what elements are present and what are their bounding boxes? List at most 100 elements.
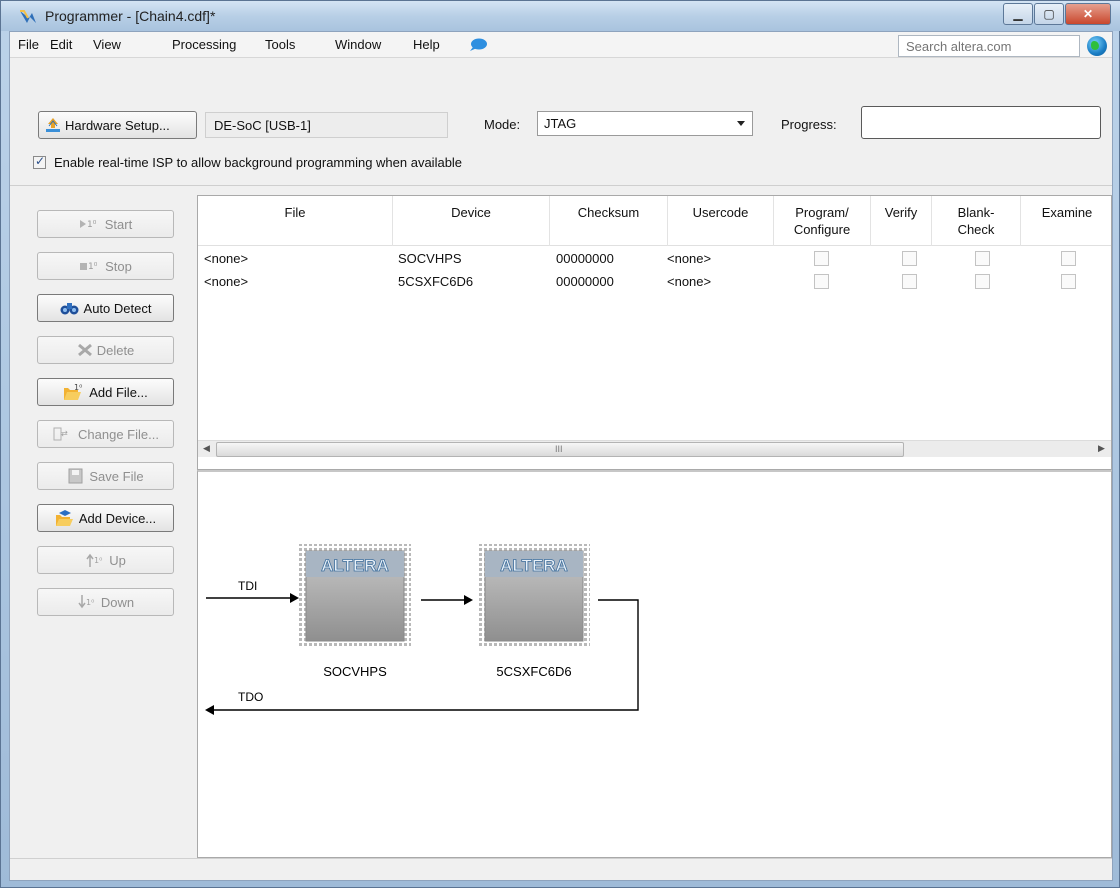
svg-text:1⁰: 1⁰: [94, 556, 102, 565]
hardware-setup-label: Hardware Setup...: [65, 117, 170, 133]
client-area: File Edit View Processing Tools Window H…: [9, 31, 1113, 881]
menu-processing[interactable]: Processing: [172, 37, 236, 52]
auto-detect-button[interactable]: Auto Detect: [37, 294, 174, 322]
minimize-icon: ▁: [1013, 7, 1023, 21]
add-file-button[interactable]: 1⁰ Add File...: [37, 378, 174, 406]
column-header-blank-check[interactable]: Blank- Check: [932, 196, 1021, 246]
window-controls: ▁ ▢ ✕: [1003, 3, 1111, 25]
save-file-button[interactable]: Save File: [37, 462, 174, 490]
scrollbar-thumb[interactable]: III: [216, 442, 904, 457]
up-label: Up: [109, 552, 126, 568]
up-icon: 1⁰: [86, 553, 102, 567]
delete-label: Delete: [96, 342, 135, 358]
chip-5csxfc6d6[interactable]: ALTERA: [478, 544, 590, 648]
close-icon: ✕: [1082, 7, 1094, 21]
minimize-button[interactable]: ▁: [1003, 3, 1033, 25]
maximize-button[interactable]: ▢: [1034, 3, 1064, 25]
examine-checkbox[interactable]: [1061, 251, 1076, 266]
blank-check-checkbox[interactable]: [975, 251, 990, 266]
scroll-left-icon[interactable]: ◀: [203, 444, 210, 454]
programmer-window: Programmer - [Chain4.cdf]* ▁ ▢ ✕ File Ed…: [0, 0, 1120, 888]
globe-icon[interactable]: [1087, 36, 1107, 56]
change-file-button[interactable]: ⇄ Change File...: [37, 420, 174, 448]
svg-text:⇄: ⇄: [61, 429, 68, 438]
svg-text:1⁰: 1⁰: [87, 220, 97, 230]
column-header-checksum[interactable]: Checksum: [550, 196, 668, 246]
program-configure-checkbox[interactable]: [814, 274, 829, 289]
add-device-icon: [55, 510, 73, 526]
program-configure-checkbox[interactable]: [814, 251, 829, 266]
delete-icon: [77, 343, 92, 357]
chip-socvhps[interactable]: ALTERA: [299, 544, 411, 648]
row-checksum: 00000000: [556, 251, 614, 266]
add-file-icon: 1⁰: [64, 383, 83, 400]
speech-bubble-icon[interactable]: [469, 38, 487, 52]
jtag-chain-diagram: TDI ALTERA SOCVHPS ALTERA 5CSXFC6D6 TDO: [197, 470, 1112, 858]
svg-text:1⁰: 1⁰: [88, 262, 98, 272]
add-device-button[interactable]: Add Device...: [37, 504, 174, 532]
progress-label: Progress:: [781, 117, 837, 132]
column-header-device[interactable]: Device: [393, 196, 550, 246]
column-header-examine[interactable]: Examine: [1021, 196, 1111, 246]
blank-check-checkbox[interactable]: [975, 274, 990, 289]
tdo-label: TDO: [238, 690, 263, 704]
down-button[interactable]: 1⁰ Down: [37, 588, 174, 616]
delete-button[interactable]: Delete: [37, 336, 174, 364]
verify-checkbox[interactable]: [902, 251, 917, 266]
menu-view[interactable]: View: [93, 37, 121, 52]
start-icon: 1⁰: [79, 220, 97, 230]
mode-select[interactable]: JTAG: [537, 111, 753, 136]
tdi-label: TDI: [238, 579, 257, 593]
up-button[interactable]: 1⁰ Up: [37, 546, 174, 574]
stop-label: Stop: [105, 258, 132, 274]
title-bar[interactable]: Programmer - [Chain4.cdf]* ▁ ▢ ✕: [1, 1, 1120, 31]
isp-label: Enable real-time ISP to allow background…: [54, 155, 463, 170]
verify-checkbox[interactable]: [902, 274, 917, 289]
programmer-app-icon: [20, 10, 36, 23]
add-file-label: Add File...: [89, 384, 148, 400]
examine-checkbox[interactable]: [1061, 274, 1076, 289]
isp-checkbox[interactable]: [33, 154, 46, 169]
row-usercode: <none>: [667, 274, 712, 289]
mode-value: JTAG: [544, 116, 577, 131]
menu-window[interactable]: Window: [335, 37, 381, 52]
menu-bar: File Edit View Processing Tools Window H…: [10, 32, 1112, 58]
horizontal-scrollbar[interactable]: ◀ III ▶: [198, 440, 1111, 457]
row-file: <none>: [204, 274, 249, 289]
device-table: File Device Checksum Usercode Program/ C…: [197, 195, 1112, 470]
search-input[interactable]: [898, 35, 1080, 57]
row-usercode: <none>: [667, 251, 712, 266]
column-header-program-configure[interactable]: Program/ Configure: [774, 196, 871, 246]
binoculars-icon: [60, 303, 79, 315]
menu-file[interactable]: File: [18, 37, 39, 52]
row-device: SOCVHPS: [398, 251, 462, 266]
column-header-file[interactable]: File: [198, 196, 393, 246]
scrollbar-grip-icon: III: [555, 444, 563, 454]
row-device: 5CSXFC6D6: [398, 274, 474, 289]
progress-bar: [861, 106, 1101, 139]
hardware-setup-button[interactable]: Hardware Setup...: [38, 111, 197, 139]
column-header-verify[interactable]: Verify: [871, 196, 932, 246]
scroll-right-icon[interactable]: ▶: [1098, 444, 1105, 454]
maximize-icon: ▢: [1043, 7, 1055, 21]
menu-help[interactable]: Help: [413, 37, 440, 52]
save-icon: [68, 468, 83, 484]
svg-text:1⁰: 1⁰: [86, 598, 94, 607]
device-label-socvhps: SOCVHPS: [323, 664, 387, 679]
stop-button[interactable]: 1⁰ Stop: [37, 252, 174, 280]
chain-canvas: TDI ALTERA SOCVHPS ALTERA 5CSXFC6D6 TDO: [205, 544, 639, 715]
row-file: <none>: [204, 251, 249, 266]
tdi-arrow-icon: [290, 593, 299, 603]
stop-icon: 1⁰: [80, 262, 98, 272]
add-device-label: Add Device...: [78, 510, 157, 526]
window-title: Programmer - [Chain4.cdf]*: [45, 8, 216, 24]
start-button[interactable]: 1⁰ Start: [37, 210, 174, 238]
svg-text:1⁰: 1⁰: [74, 383, 82, 392]
menu-tools[interactable]: Tools: [265, 37, 295, 52]
hardware-icon: [46, 118, 60, 132]
menu-edit[interactable]: Edit: [50, 37, 72, 52]
tdo-arrow-icon: [205, 705, 214, 715]
close-button[interactable]: ✕: [1065, 3, 1111, 25]
column-header-usercode[interactable]: Usercode: [668, 196, 774, 246]
change-file-label: Change File...: [78, 426, 159, 442]
